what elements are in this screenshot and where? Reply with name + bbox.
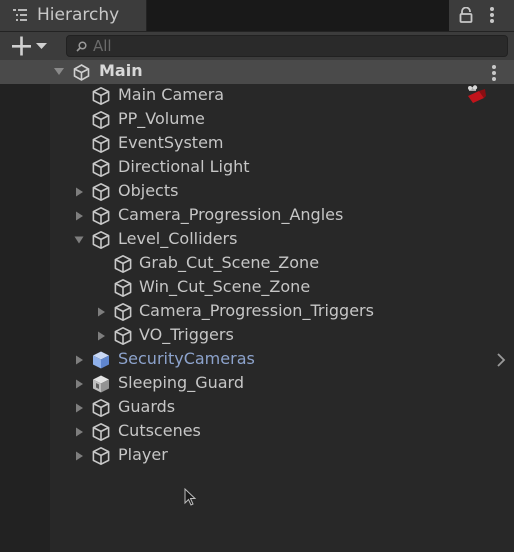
- gameobject-cube-icon: [92, 135, 110, 153]
- camera-gizmo-icon: [468, 85, 486, 103]
- prefab-variant-cube-icon: [93, 375, 109, 393]
- tree-row[interactable]: Camera_Progression_Triggers: [50, 300, 514, 324]
- tab-bar: Hierarchy: [0, 0, 514, 31]
- gameobject-cube-icon: [92, 423, 110, 441]
- tree-row[interactable]: Guards: [50, 396, 514, 420]
- search-icon: [76, 41, 87, 52]
- tree-row-label: Cutscenes: [118, 421, 201, 440]
- expanded-arrow-icon[interactable]: [53, 67, 65, 77]
- gameobject-cube-icon: [114, 279, 132, 297]
- gameobject-cube-icon: [92, 447, 110, 465]
- tree-row-label: Camera_Progression_Triggers: [139, 301, 374, 320]
- tree-row-label: PP_Volume: [118, 109, 205, 128]
- vertical-dots-icon[interactable]: [489, 64, 499, 82]
- gameobject-cube-icon: [92, 231, 110, 249]
- lock-icon[interactable]: [459, 7, 473, 23]
- prefab-cube-icon: [93, 351, 109, 369]
- tree-row-label: Win_Cut_Scene_Zone: [139, 277, 311, 296]
- hierarchy-gutter: [0, 84, 50, 552]
- tree-row[interactable]: Main Camera: [50, 84, 514, 108]
- collapsed-arrow-icon[interactable]: [74, 403, 84, 413]
- tree-row[interactable]: Objects: [50, 180, 514, 204]
- mouse-pointer-icon: [184, 488, 197, 506]
- chevron-right-icon[interactable]: [496, 352, 506, 368]
- tree-row[interactable]: Grab_Cut_Scene_Zone: [50, 252, 514, 276]
- tree-row[interactable]: SecurityCameras: [50, 348, 514, 372]
- collapsed-arrow-icon[interactable]: [74, 379, 84, 389]
- toolbar: [0, 31, 514, 60]
- collapsed-arrow-icon[interactable]: [74, 355, 84, 365]
- hierarchy-list-icon: [13, 9, 27, 21]
- tree-row[interactable]: Camera_Progression_Angles: [50, 204, 514, 228]
- collapsed-arrow-icon[interactable]: [74, 187, 84, 197]
- collapsed-arrow-icon[interactable]: [96, 331, 106, 341]
- tab-title: Hierarchy: [37, 5, 120, 25]
- tree-row[interactable]: PP_Volume: [50, 108, 514, 132]
- tree-row-label: Level_Colliders: [118, 229, 238, 248]
- tree-row-label: Camera_Progression_Angles: [118, 205, 344, 224]
- tree-row-label: Guards: [118, 397, 176, 416]
- gameobject-cube-icon: [92, 111, 110, 129]
- collapsed-arrow-icon[interactable]: [74, 451, 84, 461]
- gameobject-cube-icon: [92, 183, 110, 201]
- gameobject-cube-icon: [114, 255, 132, 273]
- gameobject-cube-icon: [114, 303, 132, 321]
- tree-row-label: Grab_Cut_Scene_Zone: [139, 253, 320, 272]
- tree-row[interactable]: Level_Colliders: [50, 228, 514, 252]
- collapsed-arrow-icon[interactable]: [96, 307, 106, 317]
- tree-row-label: Sleeping_Guard: [118, 373, 244, 392]
- tree-row[interactable]: VO_Triggers: [50, 324, 514, 348]
- tree-row-label: VO_Triggers: [139, 325, 234, 344]
- gameobject-cube-icon: [114, 327, 132, 345]
- vertical-dots-icon[interactable]: [487, 6, 497, 24]
- tree-row-label: Player: [118, 445, 168, 464]
- gameobject-cube-icon: [92, 207, 110, 225]
- collapsed-arrow-icon[interactable]: [74, 211, 84, 221]
- tree-row-label: Main Camera: [118, 85, 225, 104]
- tree-row-label: Directional Light: [118, 157, 250, 176]
- tree-row[interactable]: Cutscenes: [50, 420, 514, 444]
- tree-row-label: SecurityCameras: [118, 349, 255, 368]
- gameobject-cube-icon: [92, 159, 110, 177]
- expanded-arrow-icon[interactable]: [74, 235, 84, 245]
- tree-row[interactable]: Win_Cut_Scene_Zone: [50, 276, 514, 300]
- tree-row[interactable]: Sleeping_Guard: [50, 372, 514, 396]
- search-box: [66, 35, 508, 57]
- tree-row[interactable]: Directional Light: [50, 156, 514, 180]
- gameobject-cube-icon: [92, 399, 110, 417]
- unity-scene-icon: [73, 64, 90, 81]
- tree-row-label: EventSystem: [118, 133, 224, 152]
- tree-row-label: Objects: [118, 181, 179, 200]
- scene-name: Main: [99, 61, 143, 80]
- collapsed-arrow-icon[interactable]: [74, 427, 84, 437]
- search-input[interactable]: [93, 36, 493, 56]
- tab-hierarchy[interactable]: Hierarchy: [0, 0, 147, 31]
- plus-dropdown-icon[interactable]: [10, 35, 52, 57]
- scene-row[interactable]: Main: [0, 60, 514, 84]
- tree-row[interactable]: Player: [50, 444, 514, 468]
- tree-row[interactable]: EventSystem: [50, 132, 514, 156]
- gameobject-cube-icon: [92, 87, 110, 105]
